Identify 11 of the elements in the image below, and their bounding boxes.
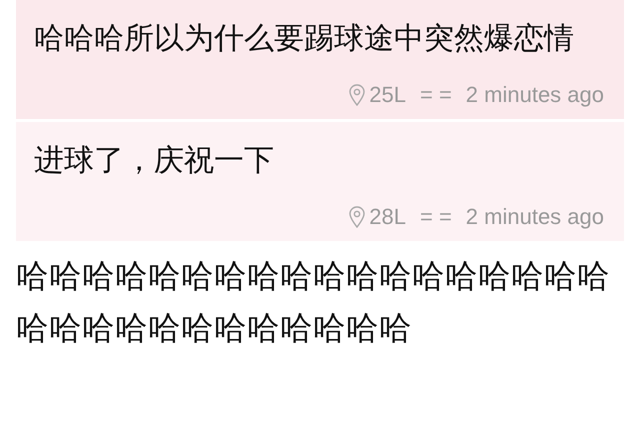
floor-number: 28L [369, 203, 406, 231]
timestamp: 2 minutes ago [466, 203, 604, 231]
location-pin-icon [349, 206, 366, 228]
location-pin-icon [349, 84, 366, 106]
separator-text: = = [420, 203, 452, 231]
timestamp: 2 minutes ago [466, 81, 604, 109]
floor-number: 25L [369, 81, 406, 109]
caption-text: 哈哈哈哈哈哈哈哈哈哈哈哈哈哈哈哈哈哈哈哈哈哈哈哈哈哈哈哈哈哈 [15, 256, 610, 349]
comment-text: 进球了，庆祝一下 [34, 142, 275, 180]
comment-text: 哈哈哈所以为什么要踢球途中突然爆恋情 [34, 20, 575, 58]
separator-text: = = [420, 81, 452, 109]
